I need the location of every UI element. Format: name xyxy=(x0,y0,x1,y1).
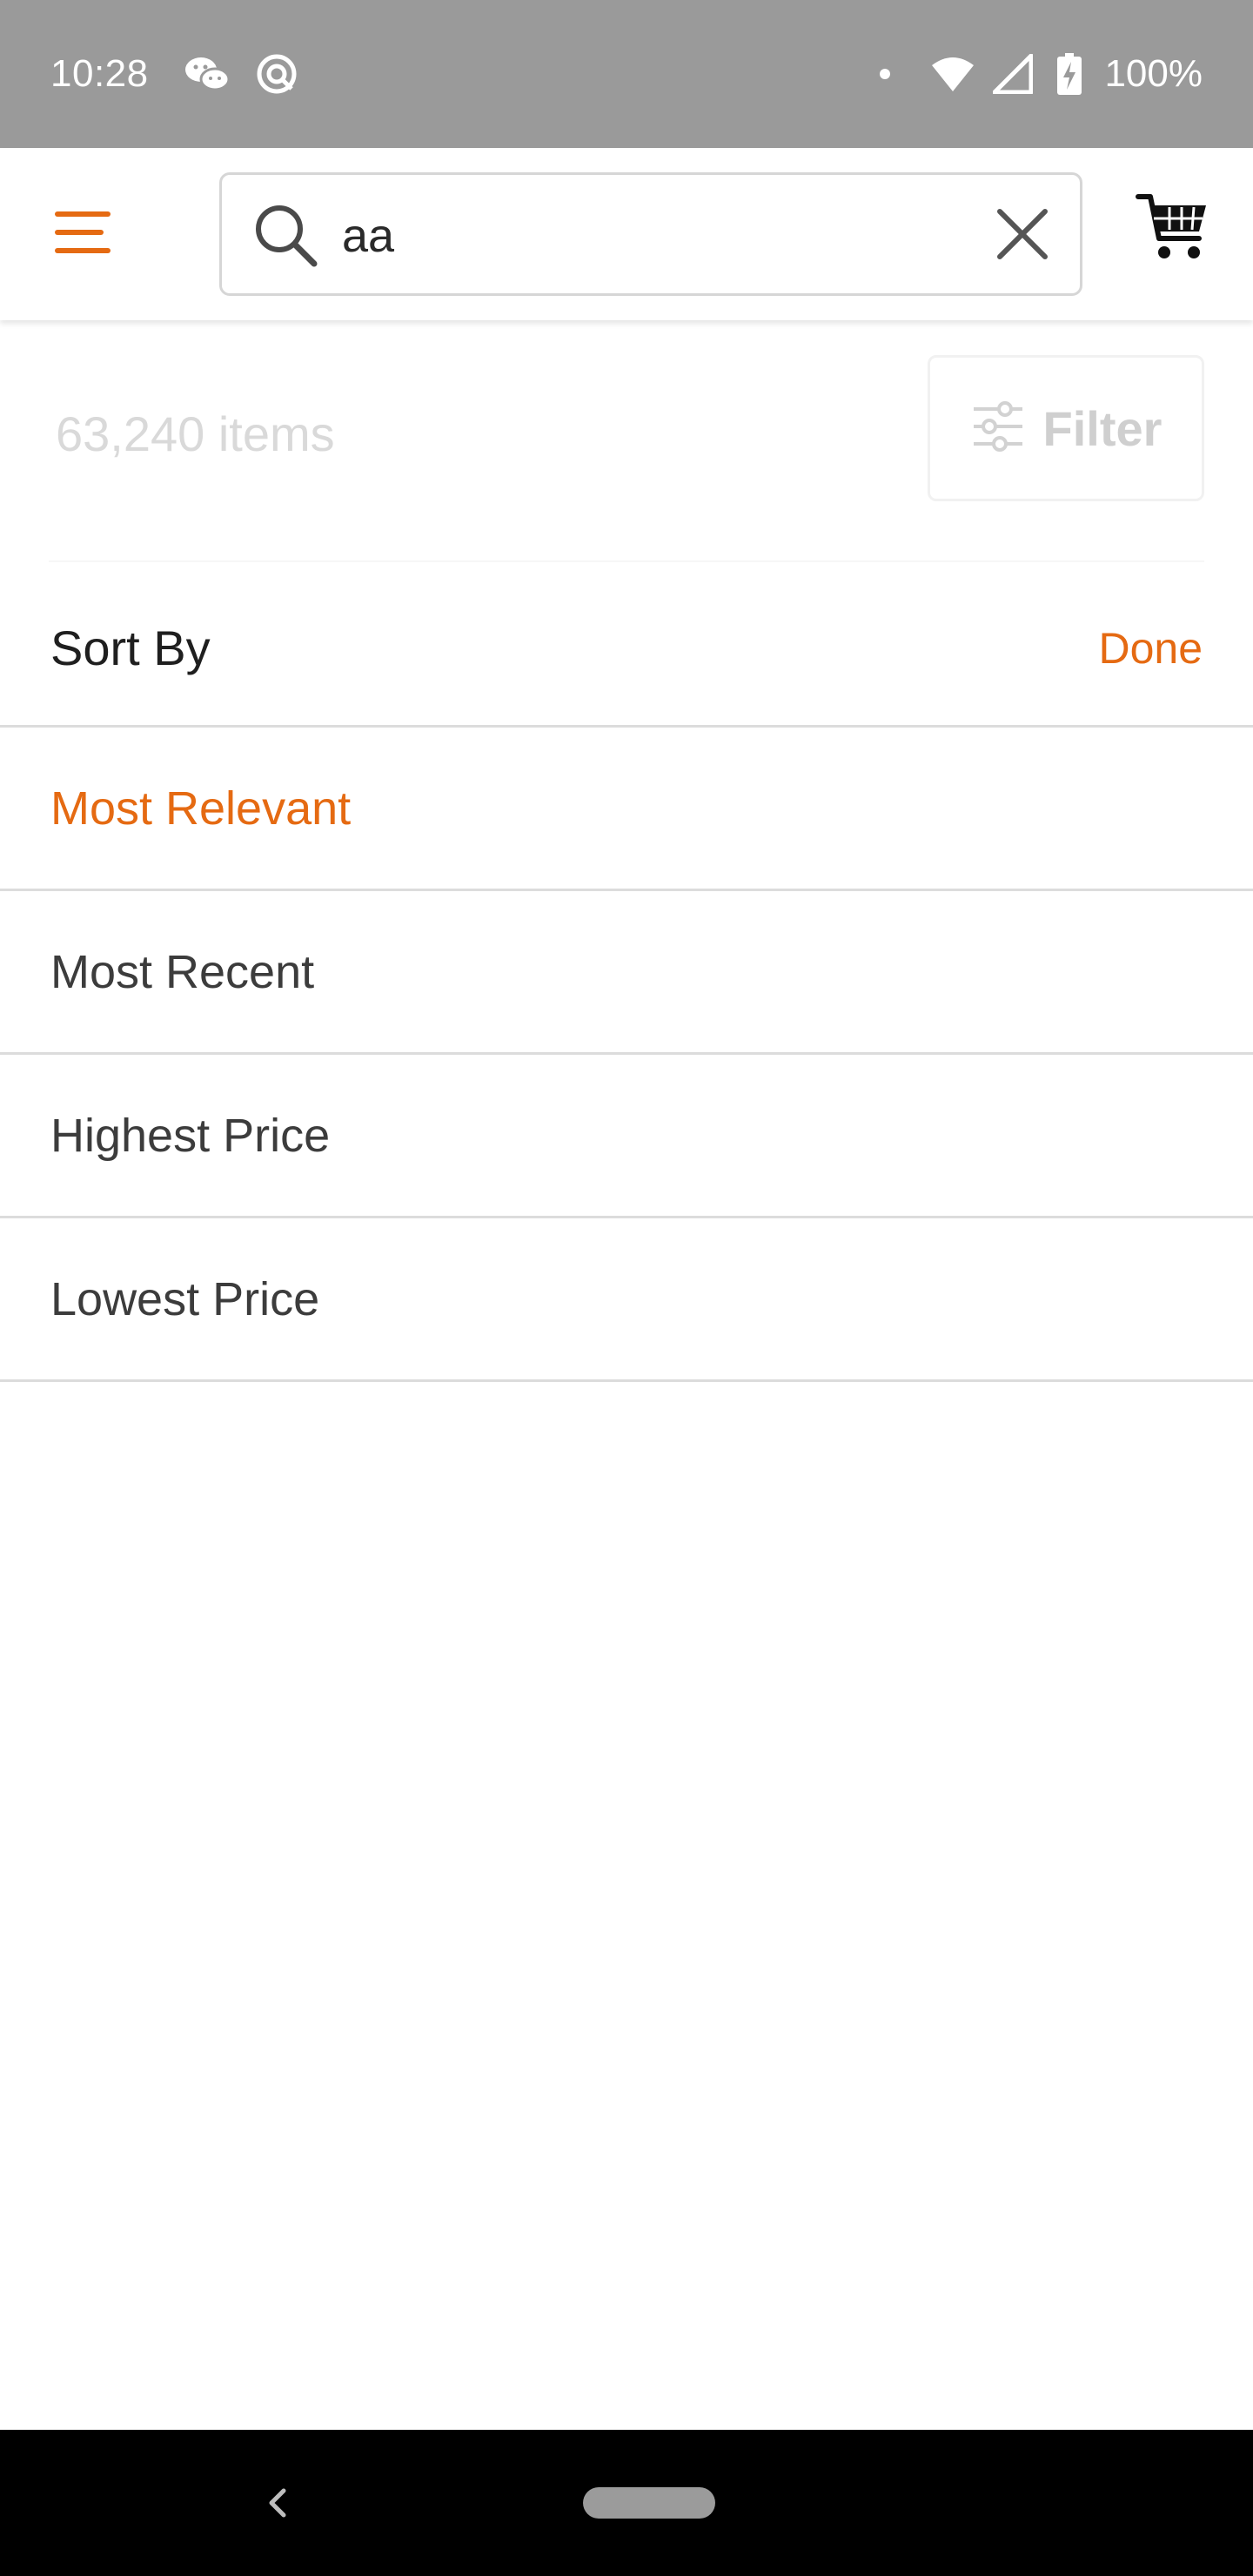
battery-percent: 100% xyxy=(1104,52,1203,95)
sort-option-most-relevant[interactable]: Most Relevant xyxy=(0,728,1253,891)
screen: 10:28 100% aa 63,240 items Filter Sort B… xyxy=(0,0,1253,2576)
items-count: 63,240 items xyxy=(56,406,335,461)
clear-search-button[interactable] xyxy=(991,205,1054,267)
back-button[interactable] xyxy=(251,2477,303,2529)
back-chevron-icon xyxy=(251,2488,303,2532)
sort-option-most-recent[interactable]: Most Recent xyxy=(0,891,1253,1055)
wechat-icon xyxy=(184,55,232,93)
search-box[interactable] xyxy=(219,172,1082,296)
sort-option-lowest-price[interactable]: Lowest Price xyxy=(0,1218,1253,1382)
status-left-icons xyxy=(184,52,298,96)
divider xyxy=(49,560,1204,562)
sort-option-highest-price[interactable]: Highest Price xyxy=(0,1055,1253,1218)
system-nav-bar xyxy=(0,2430,1253,2576)
results-bar: 63,240 items Filter xyxy=(0,320,1253,564)
shopping-cart-icon xyxy=(1135,194,1211,270)
menu-button[interactable] xyxy=(49,202,118,266)
home-pill-button[interactable] xyxy=(583,2487,715,2519)
search-icon xyxy=(253,203,319,273)
app-header xyxy=(0,148,1253,320)
done-button[interactable]: Done xyxy=(1098,623,1203,674)
vpn-icon xyxy=(255,52,298,96)
cart-button[interactable] xyxy=(1135,190,1211,266)
hamburger-menu-icon xyxy=(55,210,112,259)
sort-title: Sort By xyxy=(50,621,211,675)
filter-label: Filter xyxy=(1042,400,1163,456)
search-input[interactable] xyxy=(342,192,951,279)
close-icon xyxy=(996,208,1049,265)
status-time: 10:28 xyxy=(50,52,149,95)
filter-button[interactable]: Filter xyxy=(928,355,1204,501)
dot-icon xyxy=(878,67,892,81)
status-bar: 10:28 100% xyxy=(0,0,1253,148)
sliders-icon xyxy=(970,399,1026,459)
sort-header: Sort By Done xyxy=(0,564,1253,728)
battery-charging-icon xyxy=(1057,53,1082,95)
signal-icon xyxy=(993,54,1034,94)
status-right-icons: 100% xyxy=(878,52,1203,96)
wifi-icon xyxy=(930,55,975,93)
sort-sheet: Sort By Done Most Relevant Most Recent H… xyxy=(0,564,1253,1382)
